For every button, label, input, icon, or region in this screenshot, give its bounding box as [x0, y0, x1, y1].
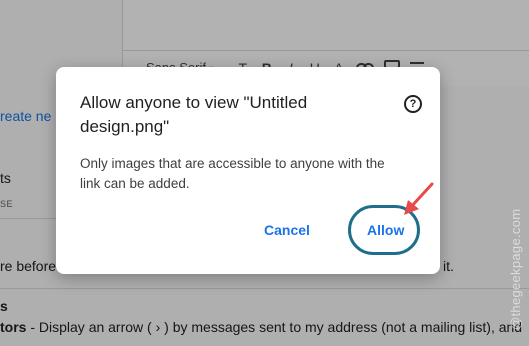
watermark: @thegeekpage.com — [508, 208, 523, 330]
allow-access-dialog: Allow anyone to view "Untitled design.pn… — [56, 67, 440, 274]
dialog-body: Only images that are accessible to anyon… — [80, 156, 385, 191]
allow-button[interactable]: Allow — [367, 220, 404, 240]
dialog-title: Allow anyone to view "Untitled design.pn… — [80, 93, 308, 136]
help-icon[interactable]: ? — [404, 95, 422, 113]
cancel-button[interactable]: Cancel — [264, 220, 310, 240]
